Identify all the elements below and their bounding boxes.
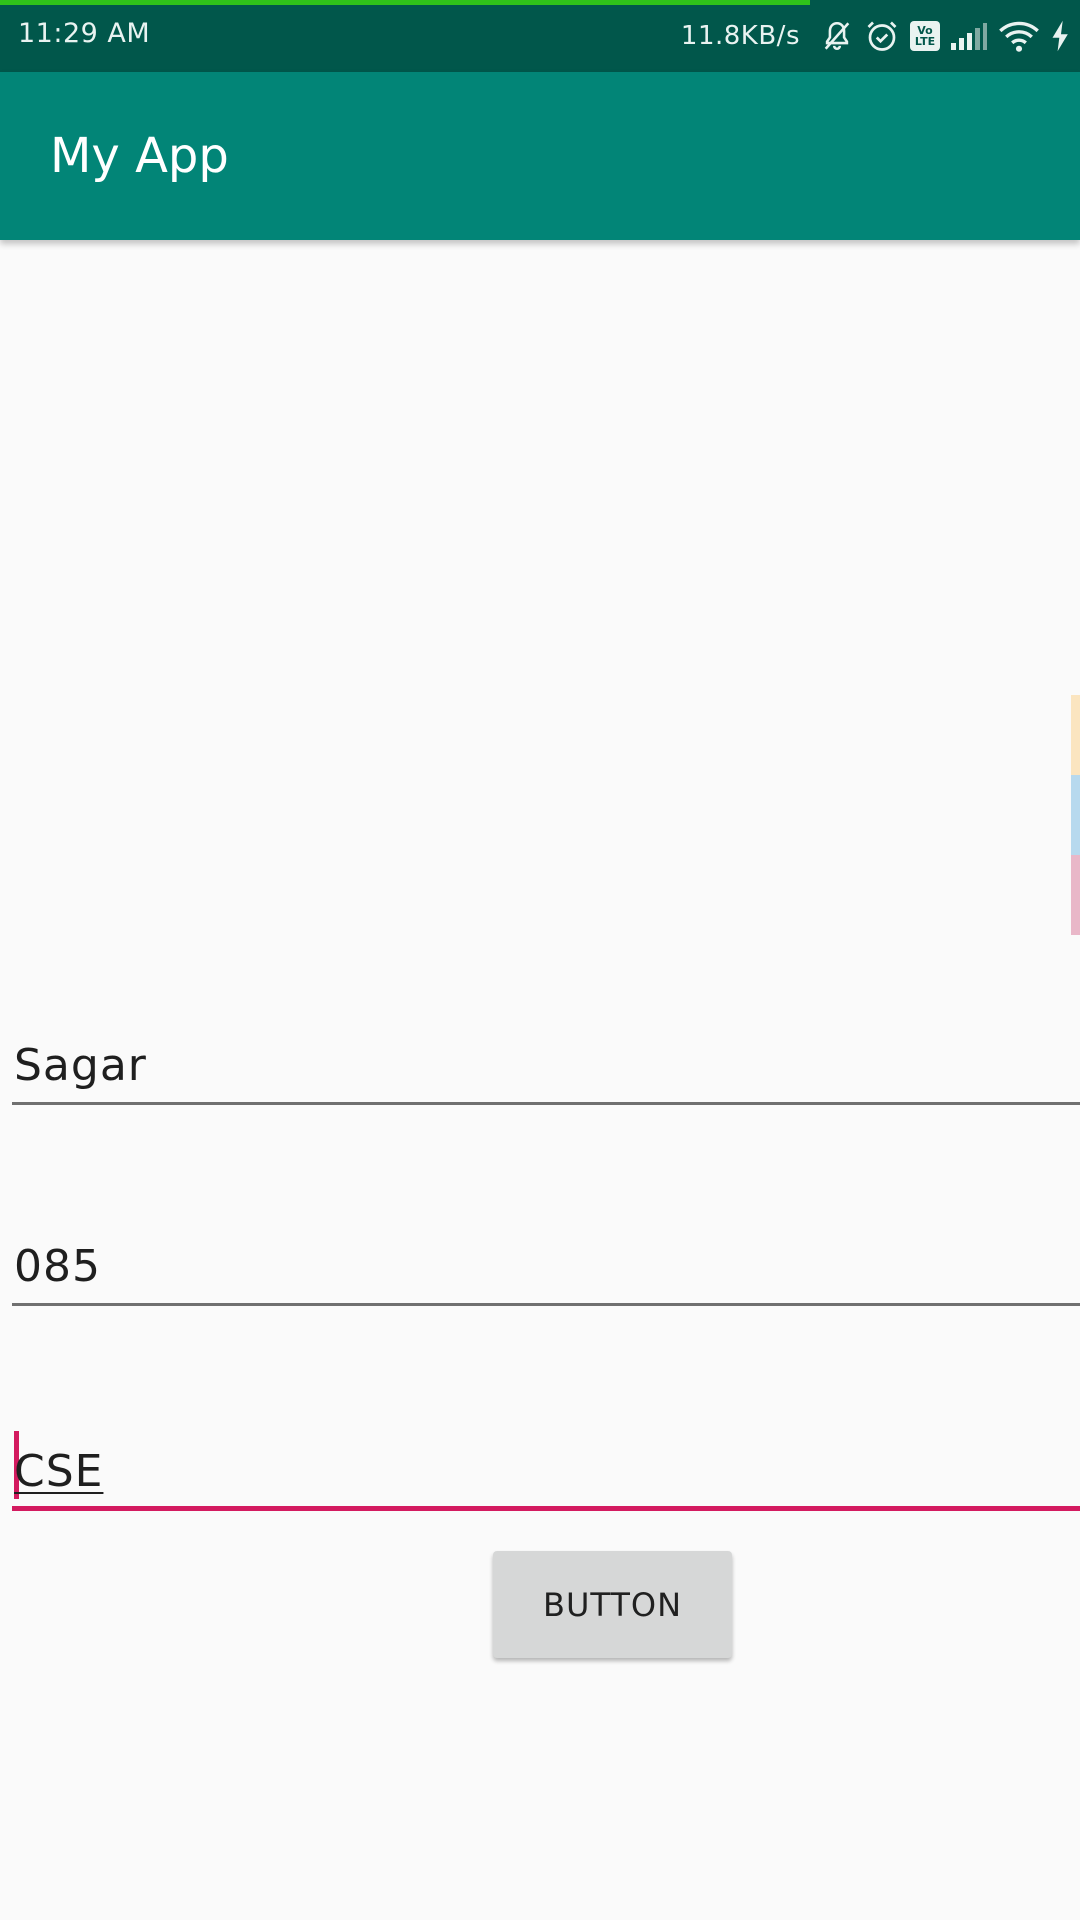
alarm-icon (864, 18, 900, 54)
bell-muted-icon (820, 19, 854, 53)
app-bar: My App (0, 72, 1080, 240)
id-field-underline (12, 1303, 1080, 1306)
edge-strip-pink (1071, 855, 1080, 935)
wifi-icon (998, 19, 1040, 53)
edge-panel-handle[interactable] (1071, 695, 1080, 935)
edge-strip-yellow (1071, 695, 1080, 775)
status-bar: 11:29 AM 11.8KB/s Vo LTE (0, 0, 1080, 72)
name-field-underline (12, 1102, 1080, 1105)
branch-field[interactable]: CSE (12, 1431, 1080, 1511)
network-speed: 11.8KB/s (680, 21, 800, 51)
volte-label-bottom: LTE (914, 35, 936, 48)
edge-strip-blue (1071, 775, 1080, 855)
status-time: 11:29 AM (18, 18, 151, 49)
app-title: My App (50, 128, 229, 184)
volte-icon: Vo LTE (910, 21, 940, 51)
submit-button[interactable]: BUTTON (493, 1551, 732, 1658)
branch-field-value: CSE (14, 1446, 104, 1497)
branch-field-underline (12, 1506, 1080, 1511)
page-load-progress-fill (0, 0, 810, 5)
page-load-progress (0, 0, 1080, 5)
status-icons: 11.8KB/s Vo LTE (681, 14, 1072, 58)
charging-icon (1050, 19, 1072, 53)
signal-icon (950, 21, 988, 51)
name-field-value: Sagar (14, 1040, 147, 1091)
id-field[interactable]: 085 (12, 1226, 1080, 1306)
name-field[interactable]: Sagar (12, 1025, 1080, 1105)
branch-field-wrap: CSE (14, 1446, 103, 1497)
id-field-value: 085 (14, 1241, 101, 1292)
